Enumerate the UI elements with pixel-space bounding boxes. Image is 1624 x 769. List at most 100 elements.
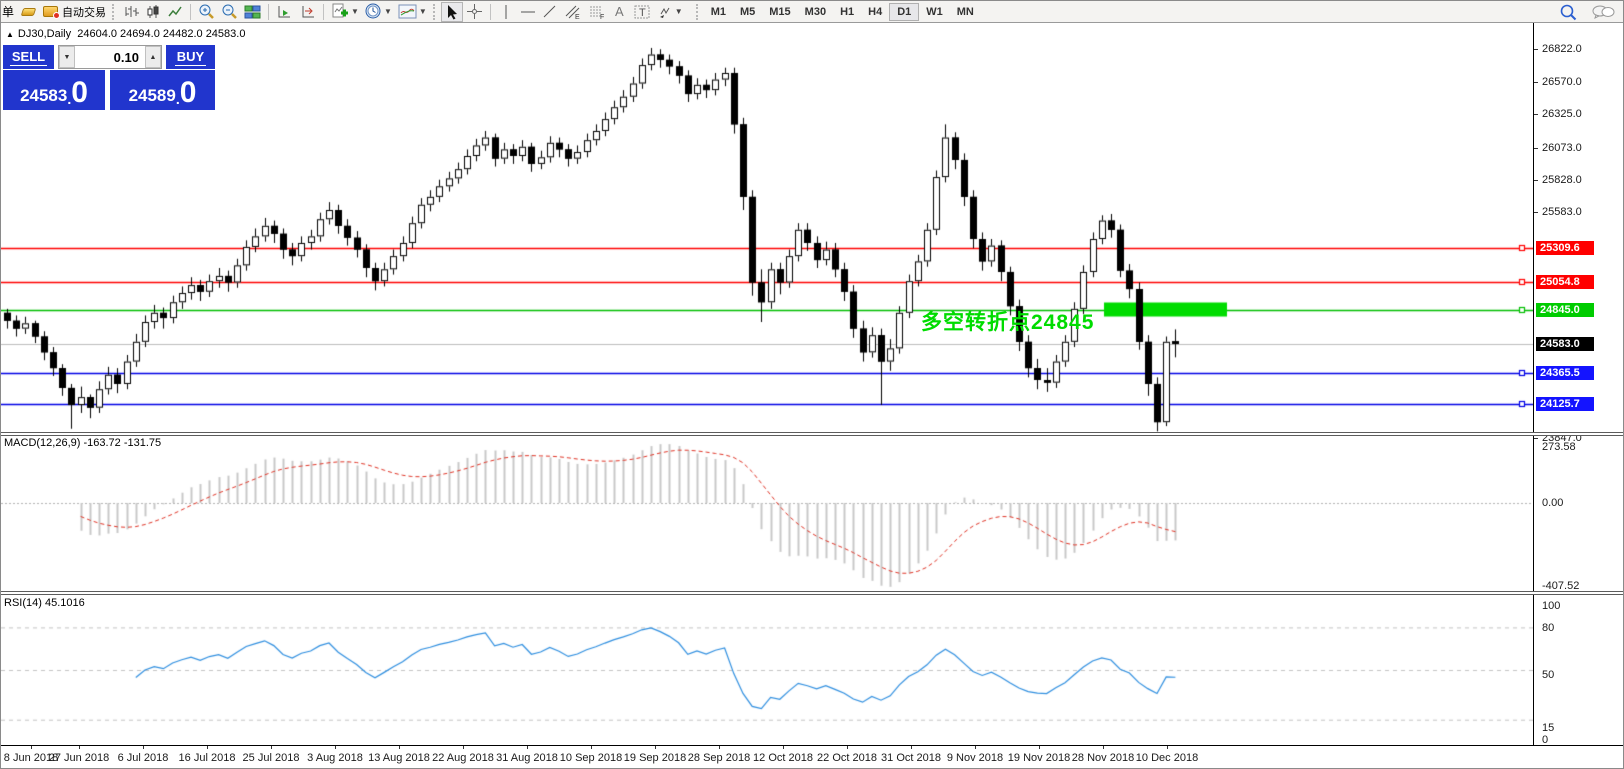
rsi-axis-label: 100 bbox=[1542, 600, 1560, 612]
toolbar-separator bbox=[190, 4, 191, 20]
date-label: 12 Oct 2018 bbox=[753, 752, 813, 764]
text-button[interactable]: A bbox=[609, 2, 631, 22]
volume-input[interactable] bbox=[75, 46, 145, 68]
crosshair-icon bbox=[466, 3, 483, 20]
level-price-tag[interactable]: 24845.0 bbox=[1536, 303, 1594, 317]
price-tick-label: 25583.0 bbox=[1542, 206, 1582, 218]
date-tick bbox=[143, 746, 144, 749]
autotrading-label[interactable]: 自动交易 bbox=[62, 4, 106, 20]
macd-label: MACD(12,26,9) -163.72 -131.75 bbox=[4, 437, 161, 449]
autotrading-button[interactable] bbox=[39, 2, 61, 22]
dropdown-caret-icon: ▼ bbox=[419, 7, 427, 16]
dropdown-caret-icon: ▼ bbox=[675, 7, 683, 16]
channel-button[interactable]: E bbox=[561, 2, 585, 22]
arrows-button[interactable]: ▼ bbox=[654, 2, 686, 22]
level-price-tag[interactable]: 25309.6 bbox=[1536, 241, 1594, 255]
date-label: 3 Aug 2018 bbox=[307, 752, 363, 764]
cursor-button[interactable] bbox=[441, 2, 463, 22]
volume-increase-button[interactable]: ▲ bbox=[145, 46, 161, 68]
crosshair-button[interactable] bbox=[463, 2, 486, 22]
timeframe-group: M1M5M15M30H1H4D1W1MN bbox=[704, 3, 981, 21]
date-axis[interactable]: 8 Jun 201827 Jun 20186 Jul 201816 Jul 20… bbox=[1, 745, 1623, 768]
date-label: 6 Jul 2018 bbox=[118, 752, 169, 764]
timeframe-m1[interactable]: M1 bbox=[704, 3, 733, 21]
fibonacci-icon: F bbox=[588, 4, 606, 20]
axis-tick bbox=[1534, 212, 1538, 213]
rsi-label: RSI(14) 45.1016 bbox=[4, 597, 85, 609]
toolbar: 单 自动交易 ▼ ▼ ▼ E F bbox=[1, 1, 1623, 23]
date-tick bbox=[847, 746, 848, 749]
chat-icon[interactable] bbox=[1591, 4, 1615, 20]
timeframe-d1[interactable]: D1 bbox=[889, 3, 919, 21]
date-label: 31 Oct 2018 bbox=[881, 752, 941, 764]
axis-tick bbox=[1534, 148, 1538, 149]
new-order-button[interactable]: 单 bbox=[2, 3, 14, 20]
line-chart-button[interactable] bbox=[164, 2, 186, 22]
rsi-axis-label: 80 bbox=[1542, 622, 1554, 634]
timeframe-h1[interactable]: H1 bbox=[833, 3, 861, 21]
toolbar-grip[interactable] bbox=[696, 4, 701, 20]
buy-price[interactable]: 24589.0 bbox=[110, 70, 215, 110]
panel-divider[interactable] bbox=[1, 432, 1623, 436]
date-label: 22 Aug 2018 bbox=[432, 752, 494, 764]
tile-windows-button[interactable] bbox=[241, 2, 264, 22]
axis-tick bbox=[1534, 438, 1538, 439]
macd-panel-canvas[interactable] bbox=[1, 436, 1533, 592]
periods-button[interactable]: ▼ bbox=[362, 2, 395, 22]
date-tick bbox=[1167, 746, 1168, 749]
level-price-tag[interactable]: 25054.8 bbox=[1536, 275, 1594, 289]
templates-button[interactable]: ▼ bbox=[395, 2, 430, 22]
timeframe-m15[interactable]: M15 bbox=[762, 3, 797, 21]
fibonacci-button[interactable]: F bbox=[585, 2, 609, 22]
date-tick bbox=[463, 746, 464, 749]
bar-chart-icon bbox=[123, 4, 139, 20]
bar-chart-button[interactable] bbox=[120, 2, 142, 22]
zoom-in-button[interactable] bbox=[195, 2, 218, 22]
auto-scroll-icon bbox=[276, 4, 293, 20]
timeframe-w1[interactable]: W1 bbox=[919, 3, 950, 21]
date-tick bbox=[335, 746, 336, 749]
level-price-tag[interactable]: 24125.7 bbox=[1536, 397, 1594, 411]
sell-price[interactable]: 24583.0 bbox=[3, 70, 105, 110]
text-label-icon: T bbox=[634, 4, 651, 20]
symbol-marker-icon[interactable]: ▲ bbox=[6, 30, 14, 39]
rsi-axis-label: 15 bbox=[1542, 722, 1554, 734]
zoom-out-icon bbox=[221, 3, 238, 20]
price-axis[interactable]: 26822.026570.026325.026073.025828.025583… bbox=[1533, 23, 1623, 745]
date-tick bbox=[1039, 746, 1040, 749]
toolbar-separator bbox=[323, 4, 324, 20]
rsi-panel-canvas[interactable] bbox=[1, 595, 1533, 743]
trendline-button[interactable] bbox=[539, 2, 561, 22]
timeframe-m30[interactable]: M30 bbox=[798, 3, 833, 21]
text-label-button[interactable]: T bbox=[631, 2, 654, 22]
axis-tick bbox=[1534, 180, 1538, 181]
panel-divider[interactable] bbox=[1, 591, 1623, 595]
toolbar-grip[interactable] bbox=[433, 4, 438, 20]
chart-shift-button[interactable] bbox=[296, 2, 319, 22]
vertical-line-button[interactable] bbox=[495, 2, 517, 22]
timeframe-mn[interactable]: MN bbox=[950, 3, 981, 21]
auto-scroll-button[interactable] bbox=[273, 2, 296, 22]
indicators-button[interactable]: ▼ bbox=[328, 2, 362, 22]
equidistant-channel-icon: E bbox=[564, 4, 582, 20]
svg-text:F: F bbox=[600, 14, 604, 20]
toolbar-grip[interactable] bbox=[112, 4, 117, 20]
new-order-icon[interactable] bbox=[17, 2, 39, 22]
timeframe-m5[interactable]: M5 bbox=[733, 3, 762, 21]
horizontal-line-button[interactable] bbox=[517, 2, 539, 22]
sell-button[interactable]: SELL bbox=[3, 45, 54, 69]
axis-tick bbox=[1534, 82, 1538, 83]
date-tick bbox=[591, 746, 592, 749]
volume-decrease-button[interactable]: ▼ bbox=[59, 46, 75, 68]
timeframe-h4[interactable]: H4 bbox=[861, 3, 889, 21]
main-chart-canvas[interactable] bbox=[1, 23, 1533, 434]
zoom-out-button[interactable] bbox=[218, 2, 241, 22]
level-price-tag[interactable]: 24365.5 bbox=[1536, 366, 1594, 380]
buy-button[interactable]: BUY bbox=[166, 45, 215, 69]
price-tick-label: 26822.0 bbox=[1542, 43, 1582, 55]
toolbar-separator bbox=[268, 4, 269, 20]
candlestick-button[interactable] bbox=[142, 2, 164, 22]
chart-annotation-text[interactable]: 多空转折点24845 bbox=[921, 306, 1094, 336]
date-tick bbox=[31, 746, 32, 749]
search-icon[interactable] bbox=[1559, 3, 1577, 21]
